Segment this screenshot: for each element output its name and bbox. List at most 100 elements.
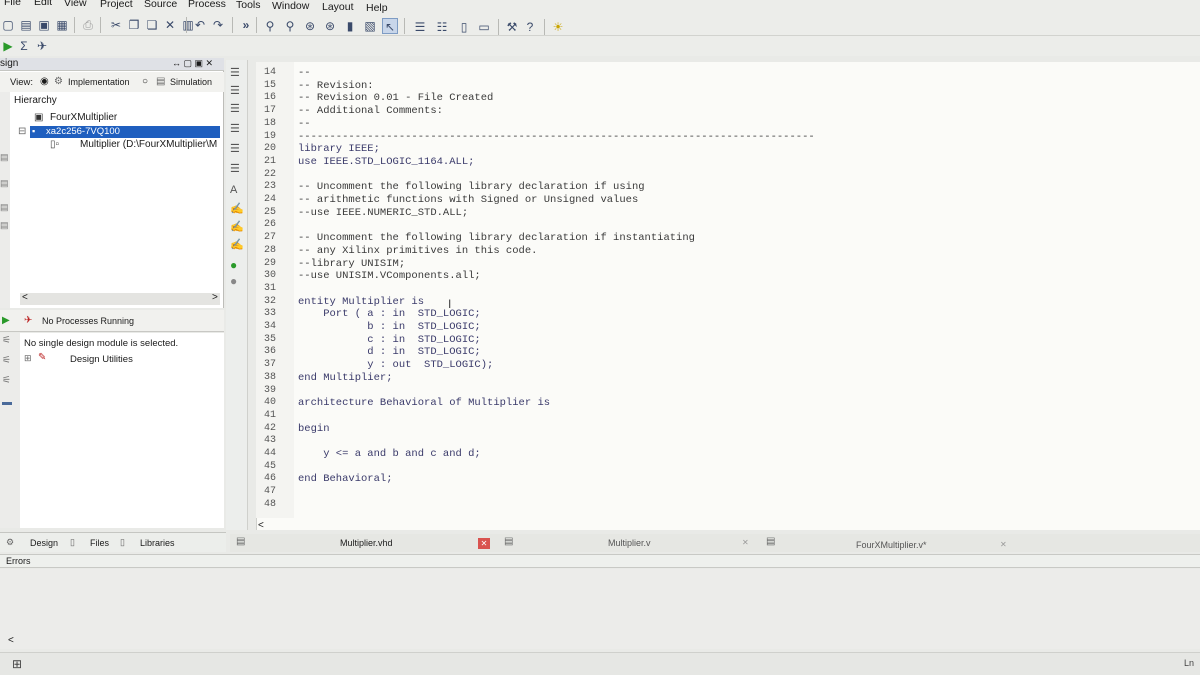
copy-icon[interactable]: ❐ — [126, 17, 142, 33]
comment-icon[interactable]: ☰ — [230, 102, 240, 115]
code-line[interactable]: --use IEEE.NUMERIC_STD.ALL; — [298, 207, 468, 219]
code-line[interactable]: entity Multiplier is — [298, 296, 424, 308]
cascade-icon[interactable]: ☰ — [412, 19, 428, 35]
menu-window[interactable]: Window — [272, 0, 309, 12]
redo-icon[interactable]: ↷ — [210, 17, 226, 33]
design-hscrollbar[interactable]: < > — [20, 292, 220, 305]
wrench-icon[interactable]: ⚒ — [504, 19, 520, 35]
tab-multiplier-vhd[interactable]: Multiplier.vhd — [340, 538, 393, 554]
find-next-icon[interactable]: ⚲ — [282, 18, 298, 34]
side-icon[interactable]: ▬ — [2, 397, 12, 408]
code-line[interactable]: -- Uncomment the following library decla… — [298, 232, 695, 244]
start-icon[interactable]: ⊞ — [12, 657, 22, 671]
code-line[interactable]: use IEEE.STD_LOGIC_1164.ALL; — [298, 156, 474, 168]
delete-icon[interactable]: ✕ — [162, 17, 178, 33]
code-line[interactable]: -- Uncomment the following library decla… — [298, 181, 645, 193]
help-cursor-icon[interactable]: ? — [522, 19, 538, 35]
run-process-icon[interactable]: ▶ — [2, 315, 10, 326]
code-line[interactable]: --library UNISIM; — [298, 258, 405, 270]
replace-icon[interactable]: ⊛ — [322, 18, 338, 34]
side-icon[interactable]: ▤ — [0, 220, 9, 231]
expand-icon[interactable]: ⊞ — [24, 353, 32, 364]
code-line[interactable]: d : in STD_LOGIC; — [298, 346, 480, 358]
tile-vertical-icon[interactable]: ▯ — [456, 19, 472, 35]
close-tab-icon[interactable]: ✕ — [478, 538, 490, 549]
cut-icon[interactable]: ✂ — [108, 17, 124, 33]
find-icon[interactable]: ⚲ — [262, 18, 278, 34]
simulation-radio[interactable]: ○ — [142, 76, 148, 87]
implement-icon[interactable]: ✈ — [34, 38, 50, 54]
edit-icon[interactable]: ✍ — [230, 220, 244, 233]
maximize-icon[interactable]: ▭ — [476, 19, 492, 35]
menu-help[interactable]: Help — [366, 2, 388, 14]
undo-icon[interactable]: ↶ — [192, 17, 208, 33]
panel-window-controls[interactable]: ↔ ▢ ▣ ✕ — [172, 58, 213, 69]
code-line[interactable]: y : out STD_LOGIC); — [298, 359, 493, 371]
paste-icon[interactable]: ❏ — [144, 17, 160, 33]
code-line[interactable]: -- — [298, 118, 311, 130]
menu-file[interactable]: File — [4, 0, 21, 8]
simulation-label[interactable]: Simulation — [170, 77, 212, 87]
run-icon[interactable]: ▶ — [0, 38, 16, 54]
tab-design[interactable]: Design — [30, 538, 58, 548]
bookmark-icon[interactable]: ▮ — [342, 18, 358, 34]
implementation-label[interactable]: Implementation — [68, 77, 130, 87]
close-tab-icon[interactable]: ✕ — [742, 538, 749, 554]
tab-files[interactable]: Files — [90, 538, 109, 548]
code-line[interactable]: y <= a and b and c and d; — [298, 448, 481, 460]
lightbulb-icon[interactable]: ☀ — [550, 19, 566, 35]
hierarchy-item-project[interactable]: FourXMultiplier — [50, 112, 117, 123]
implementation-radio[interactable]: ◉ — [40, 76, 49, 87]
new-file-icon[interactable]: ▢ — [0, 17, 16, 33]
side-icon[interactable]: ⚟ — [2, 335, 11, 346]
indent-icon[interactable]: ☰ — [230, 66, 240, 79]
code-line[interactable]: -- — [298, 67, 311, 79]
menu-project[interactable]: Project — [100, 0, 133, 10]
scroll-right-arrow[interactable]: > — [212, 292, 218, 303]
side-icon[interactable]: ▤ — [0, 202, 9, 213]
scroll-left-arrow[interactable]: < — [22, 292, 28, 303]
side-icon[interactable]: ▤ — [0, 178, 9, 189]
menu-view[interactable]: View — [64, 0, 87, 9]
errors-scroll-left-arrow[interactable]: < — [8, 635, 14, 646]
pointer-icon[interactable]: ↖ — [382, 18, 398, 34]
insert-icon[interactable]: ✍ — [230, 202, 244, 215]
menu-tools[interactable]: Tools — [236, 0, 261, 11]
menu-process[interactable]: Process — [188, 0, 226, 10]
tab-libraries[interactable]: Libraries — [140, 538, 175, 548]
code-line[interactable]: architecture Behavioral of Multiplier is — [298, 397, 550, 409]
code-line[interactable]: ----------------------------------------… — [298, 131, 815, 143]
process-item-design-utilities[interactable]: Design Utilities — [70, 354, 133, 365]
code-line[interactable]: --use UNISIM.VComponents.all; — [298, 270, 481, 282]
open-folder-icon[interactable]: ▤ — [18, 17, 34, 33]
menu-layout[interactable]: Layout — [322, 1, 354, 13]
menu-source[interactable]: Source — [144, 0, 177, 10]
code-line[interactable]: Port ( a : in STD_LOGIC; — [298, 308, 481, 320]
print-icon[interactable]: ⎙ — [80, 17, 96, 33]
code-line[interactable]: -- any Xilinx primitives in this code. — [298, 245, 537, 257]
tab-multiplier-v[interactable]: Multiplier.v — [608, 538, 651, 554]
code-line[interactable]: -- Additional Comments: — [298, 105, 443, 117]
toolbar-overflow[interactable]: » — [238, 17, 254, 33]
document-icon[interactable]: ▧ — [362, 18, 378, 34]
code-line[interactable]: -- Revision 0.01 - File Created — [298, 92, 493, 104]
binoculars-icon[interactable]: ⊛ — [302, 18, 318, 34]
code-line[interactable]: b : in STD_LOGIC; — [298, 321, 480, 333]
template-icon[interactable]: A — [230, 184, 237, 196]
save-icon[interactable]: ▣ — [36, 17, 52, 33]
bookmark-next-icon[interactable]: ☰ — [230, 162, 240, 175]
outdent-icon[interactable]: ☰ — [230, 84, 240, 97]
code-line[interactable]: end Behavioral; — [298, 473, 393, 485]
code-line[interactable]: end Multiplier; — [298, 372, 393, 384]
save-all-icon[interactable]: ▦ — [54, 17, 70, 33]
side-icon[interactable]: ▤ — [0, 152, 9, 163]
code-line[interactable]: -- Revision: — [298, 80, 374, 92]
code-line[interactable]: -- arithmetic functions with Signed or U… — [298, 194, 638, 206]
hierarchy-item-device[interactable]: ▪ xa2c256-7VQ100 — [30, 126, 220, 138]
go-icon[interactable]: ● — [230, 258, 237, 272]
code-line[interactable]: begin — [298, 423, 330, 435]
uncomment-icon[interactable]: ☰ — [230, 122, 240, 135]
language-icon[interactable]: ✍ — [230, 238, 244, 251]
sigma-icon[interactable]: Σ — [16, 38, 32, 54]
code-line[interactable]: library IEEE; — [298, 143, 380, 155]
